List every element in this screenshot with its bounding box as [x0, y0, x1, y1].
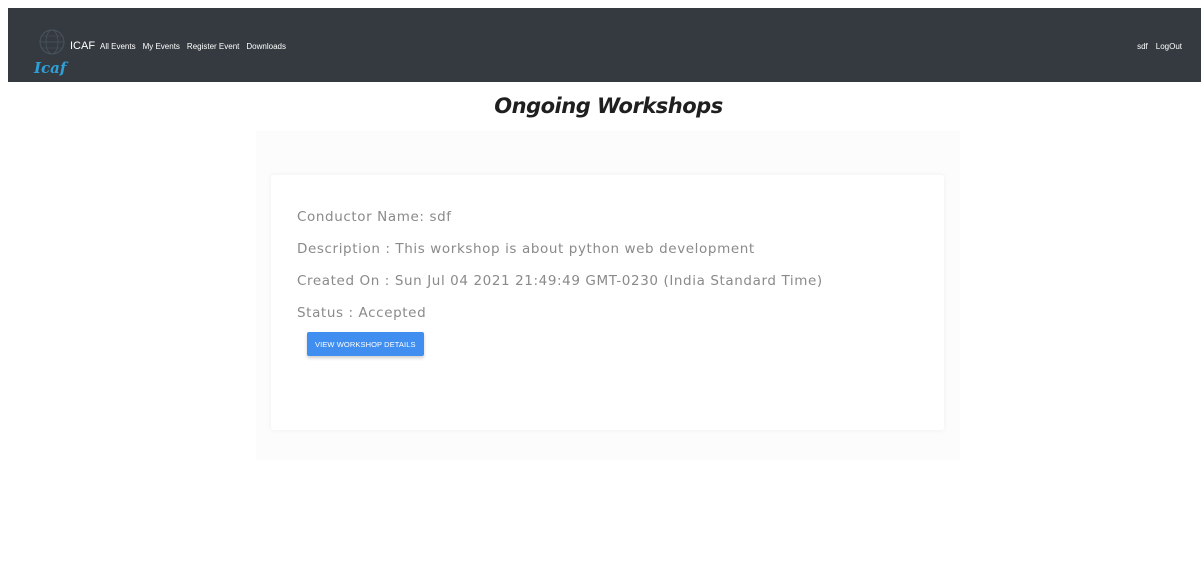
globe-logo-icon: Icaf	[33, 29, 69, 77]
page-title: Ongoing Workshops	[494, 94, 723, 118]
conductor-name: Conductor Name: sdf	[297, 209, 452, 225]
nav-my-events[interactable]: My Events	[143, 42, 180, 51]
brand-link[interactable]: ICAF	[70, 40, 95, 52]
nav-downloads[interactable]: Downloads	[246, 42, 286, 51]
workshop-description: Description : This workshop is about pyt…	[297, 241, 755, 257]
workshop-card: Conductor Name: sdf Description : This w…	[271, 175, 944, 430]
nav-user-area: sdf LogOut	[1137, 42, 1182, 51]
icaf-logo[interactable]: Icaf	[32, 28, 72, 80]
logout-link[interactable]: LogOut	[1156, 42, 1182, 51]
workshop-info: Conductor Name: sdf Description : This w…	[297, 209, 823, 337]
nav-all-events[interactable]: All Events	[100, 42, 136, 51]
view-workshop-details-button[interactable]: VIEW WORKSHOP DETAILS	[307, 332, 424, 356]
created-on: Created On : Sun Jul 04 2021 21:49:49 GM…	[297, 273, 823, 289]
top-navbar: Icaf ICAF All Events My Events Register …	[8, 8, 1201, 82]
nav-register-event[interactable]: Register Event	[187, 42, 239, 51]
nav-links: All Events My Events Register Event Down…	[100, 42, 286, 51]
workshop-status: Status : Accepted	[297, 305, 427, 321]
logo-wordmark: Icaf	[33, 59, 69, 77]
user-name[interactable]: sdf	[1137, 42, 1148, 51]
